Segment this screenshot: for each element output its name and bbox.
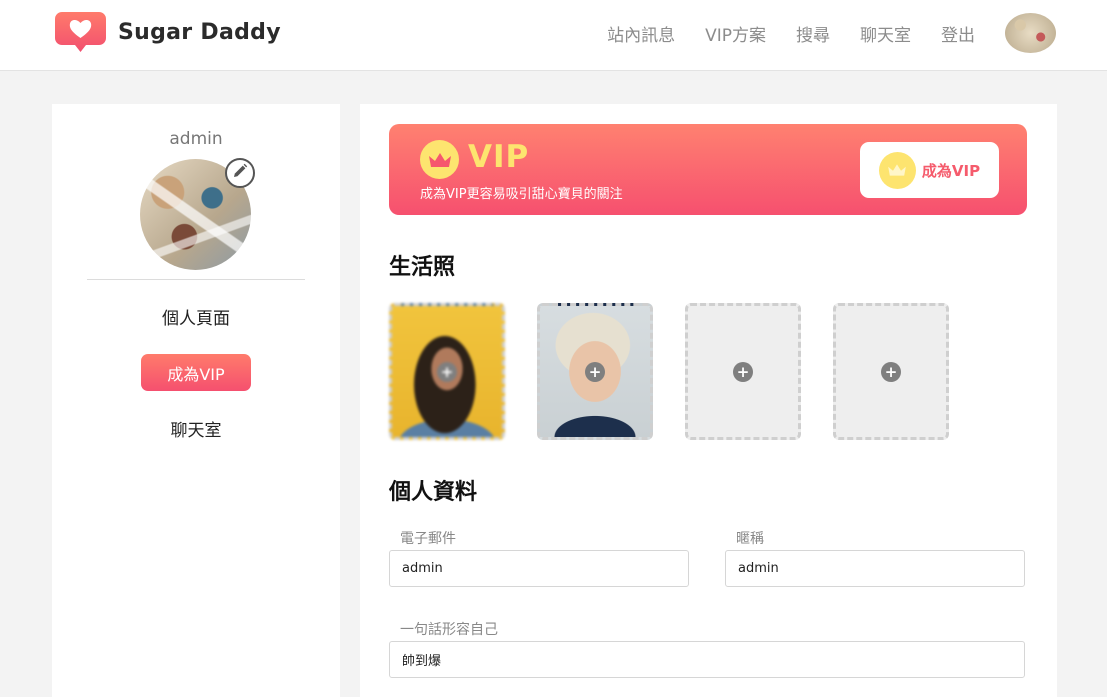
- photo-slot-4[interactable]: +: [833, 303, 949, 440]
- sidebar-item-chatroom[interactable]: 聊天室: [52, 416, 340, 441]
- nav-search[interactable]: 搜尋: [796, 21, 830, 46]
- photo-slot-3[interactable]: +: [685, 303, 801, 440]
- plus-icon[interactable]: +: [437, 361, 457, 382]
- email-label: 電子郵件: [400, 531, 456, 547]
- nav-logout[interactable]: 登出: [941, 21, 975, 46]
- edit-avatar-button[interactable]: [225, 158, 255, 188]
- main-nav: 站內訊息 VIP方案 搜尋 聊天室 登出: [607, 21, 975, 46]
- photo-slot-2[interactable]: +: [537, 303, 653, 440]
- nav-chatroom[interactable]: 聊天室: [860, 21, 911, 46]
- nickname-field[interactable]: [725, 550, 1025, 587]
- profile-section-title: 個人資料: [389, 480, 478, 505]
- plus-icon[interactable]: +: [881, 361, 901, 382]
- photos-section-title: 生活照: [389, 255, 456, 280]
- sidebar-username: admin: [169, 129, 223, 149]
- become-vip-button[interactable]: 成為VIP: [860, 142, 999, 198]
- vip-banner-subtitle: 成為VIP更容易吸引甜心寶貝的關注: [420, 187, 623, 202]
- main-content: VIP 成為VIP更容易吸引甜心寶貝的關注 成為VIP 生活照 + + + + …: [360, 104, 1057, 697]
- sidebar-divider: [87, 279, 305, 280]
- brand-name: Sugar Daddy: [118, 19, 281, 45]
- bio-field[interactable]: [389, 641, 1025, 678]
- top-navbar: Sugar Daddy 站內訊息 VIP方案 搜尋 聊天室 登出: [0, 0, 1107, 71]
- nickname-label: 暱稱: [736, 531, 764, 547]
- nav-vip-plans[interactable]: VIP方案: [705, 21, 766, 46]
- brand-logo[interactable]: Sugar Daddy: [55, 12, 281, 52]
- heart-chat-icon: [55, 12, 106, 52]
- vip-banner-title: VIP: [468, 139, 530, 175]
- nav-messages[interactable]: 站內訊息: [607, 21, 675, 46]
- vip-banner: VIP 成為VIP更容易吸引甜心寶貝的關注 成為VIP: [389, 124, 1027, 215]
- pencil-icon: [232, 163, 248, 183]
- photo-slot-1[interactable]: +: [389, 303, 505, 440]
- sidebar-vip-button[interactable]: 成為VIP: [141, 354, 251, 391]
- sidebar: admin 個人頁面 成為VIP 聊天室: [52, 104, 340, 697]
- email-field[interactable]: [389, 550, 689, 587]
- sidebar-item-profile[interactable]: 個人頁面: [52, 304, 340, 329]
- crown-icon: [420, 140, 459, 179]
- user-avatar[interactable]: [1005, 13, 1056, 53]
- become-vip-label: 成為VIP: [921, 161, 981, 180]
- crown-icon: [878, 151, 916, 189]
- bio-label: 一句話形容自己: [400, 622, 498, 638]
- plus-icon[interactable]: +: [733, 361, 753, 382]
- plus-icon[interactable]: +: [585, 361, 605, 382]
